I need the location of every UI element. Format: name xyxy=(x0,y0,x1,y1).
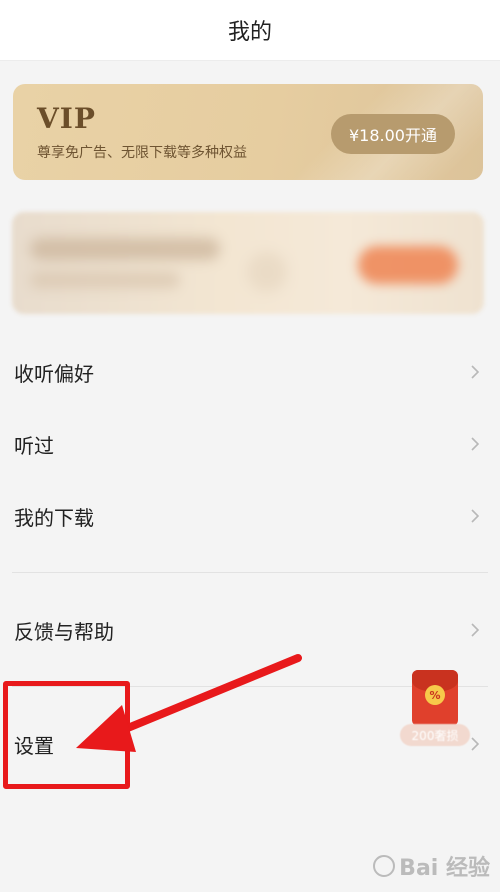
vip-description: 尊享免广告、无限下载等多种权益 xyxy=(37,145,247,161)
blurred-button xyxy=(358,246,458,284)
chevron-right-icon xyxy=(471,437,480,451)
menu-item-label: 听过 xyxy=(14,433,54,458)
menu-item-label: 收听偏好 xyxy=(14,361,94,386)
blurred-text xyxy=(30,272,180,288)
annotation-highlight-box xyxy=(3,681,130,789)
blurred-graphic xyxy=(247,252,287,292)
menu-item-listening-preferences[interactable]: 收听偏好 xyxy=(0,342,500,402)
chevron-right-icon xyxy=(471,737,480,751)
top-bar: 我的 xyxy=(0,0,500,61)
chevron-right-icon xyxy=(471,509,480,523)
chevron-right-icon xyxy=(471,365,480,379)
menu-item-label: 反馈与帮助 xyxy=(14,619,114,644)
menu-item-history[interactable]: 听过 xyxy=(0,414,500,474)
chevron-right-icon xyxy=(471,623,480,637)
vip-title: VIP xyxy=(37,102,96,135)
vip-card[interactable]: VIP 尊享免广告、无限下载等多种权益 ¥18.00开通 xyxy=(13,84,483,180)
vip-open-button[interactable]: ¥18.00开通 xyxy=(331,114,455,154)
menu-item-feedback-help[interactable]: 反馈与帮助 xyxy=(0,600,500,660)
red-packet-widget[interactable]: % 200奢损 xyxy=(400,670,470,748)
red-packet-tag: 200奢损 xyxy=(400,724,470,746)
paw-icon xyxy=(373,855,396,877)
watermark-text: Bai 经验 xyxy=(399,856,490,881)
menu-item-label: 我的下载 xyxy=(14,505,94,530)
coin-icon: % xyxy=(425,685,445,705)
menu-item-my-downloads[interactable]: 我的下载 xyxy=(0,486,500,546)
promo-banner-blurred[interactable] xyxy=(12,212,484,314)
page-title: 我的 xyxy=(227,20,272,45)
section-divider xyxy=(12,572,488,573)
watermark: Bai 经验 xyxy=(373,850,490,882)
blurred-text xyxy=(30,238,220,260)
